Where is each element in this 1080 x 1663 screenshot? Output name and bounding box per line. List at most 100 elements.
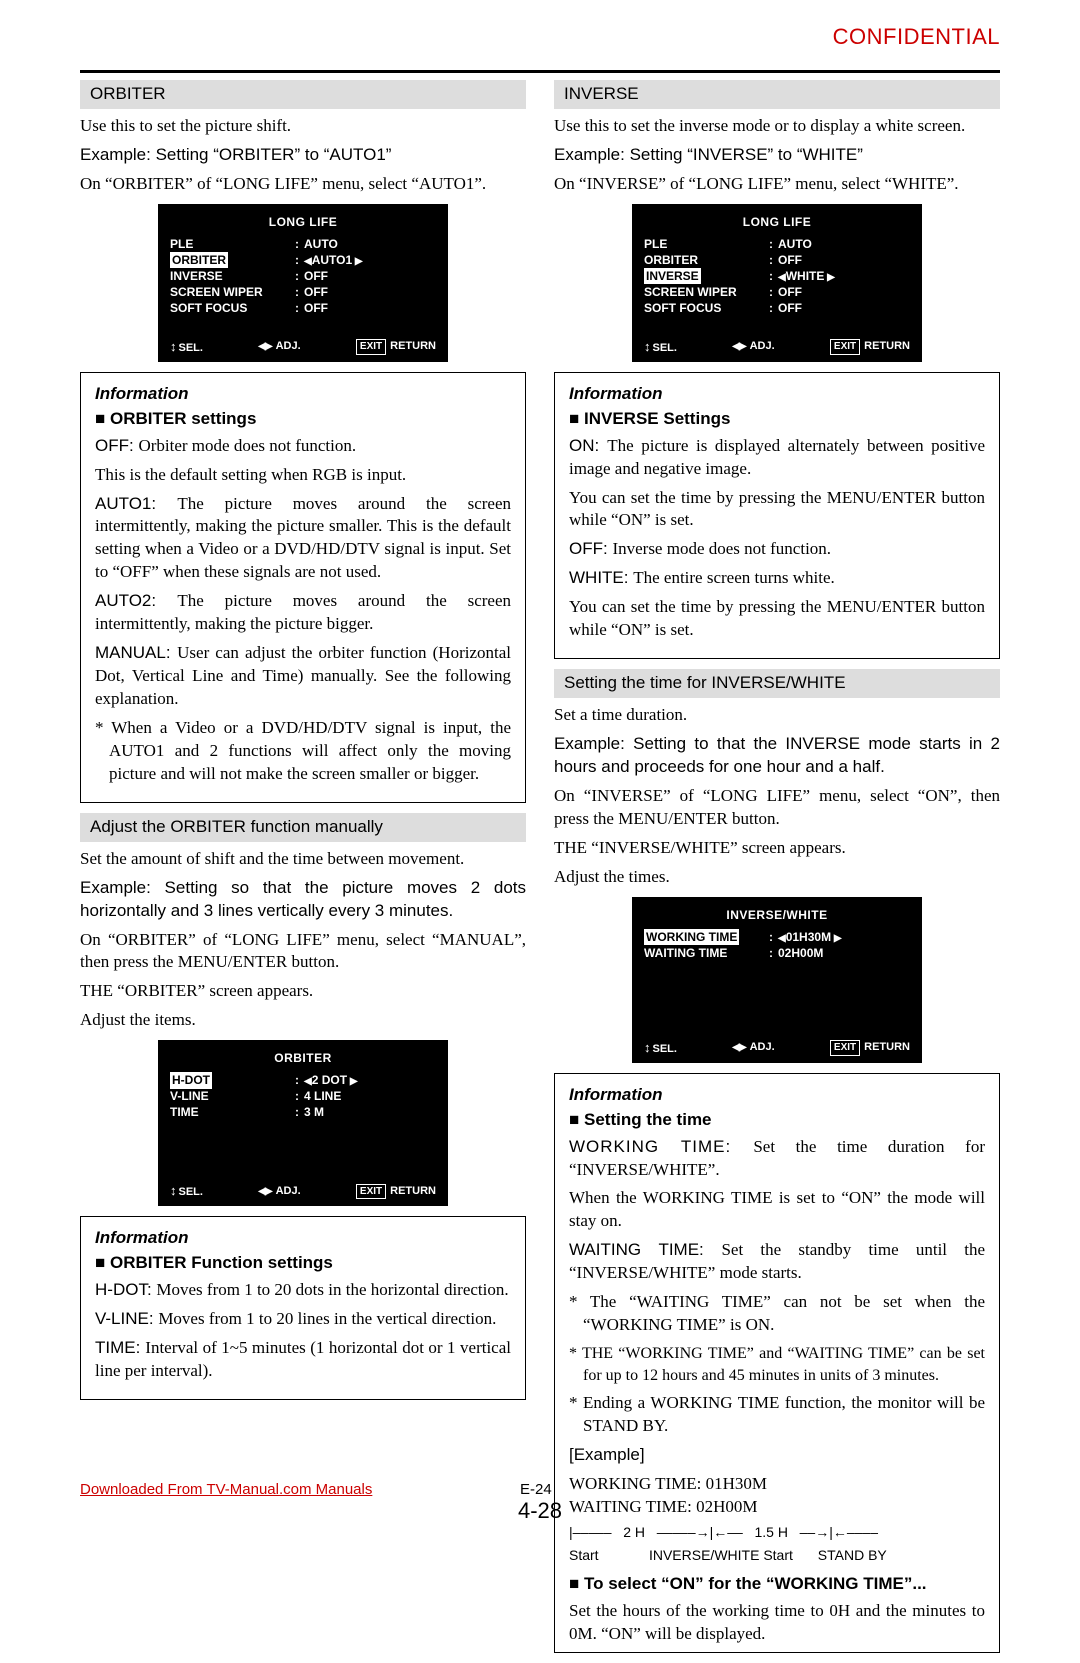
- leftright-icon: ADJ.: [732, 1040, 774, 1055]
- orbiter-intro: Use this to set the picture shift.: [80, 115, 526, 138]
- return-label: RETURN: [390, 1184, 436, 1199]
- info-manual: MANUAL: User can adjust the orbiter func…: [95, 642, 511, 711]
- manual-p1: Set the amount of shift and the time bet…: [80, 848, 526, 871]
- info-title: Information: [569, 383, 985, 406]
- leftright-icon: ADJ.: [258, 339, 300, 354]
- info-on-note: You can set the time by pressing the MEN…: [569, 487, 985, 533]
- left-column: ORBITER Use this to set the picture shif…: [80, 80, 526, 1663]
- osd-row-value: OFF: [778, 252, 910, 268]
- osd-row-value: 3 M: [304, 1104, 436, 1120]
- manual-p3: On “ORBITER” of “LONG LIFE” menu, select…: [80, 929, 526, 975]
- info-title: Information: [95, 1227, 511, 1250]
- info-white-note: You can set the time by pressing the MEN…: [569, 596, 985, 642]
- osd-row-label: WORKING TIME: [644, 929, 739, 945]
- osd-row-label: SOFT FOCUS: [170, 300, 290, 316]
- manual-p2: Example: Setting so that the picture mov…: [80, 877, 526, 923]
- info-note: * When a Video or a DVD/HD/DTV signal is…: [95, 717, 511, 786]
- exit-box: EXIT: [830, 339, 860, 355]
- osd-row-value: 2 DOT: [312, 1073, 347, 1087]
- return-label: RETURN: [390, 339, 436, 354]
- info-auto2: AUTO2: The picture moves around the scre…: [95, 590, 511, 636]
- timing-p3: On “INVERSE” of “LONG LIFE” menu, select…: [554, 785, 1000, 831]
- info-subtitle: ORBITER Function settings: [95, 1252, 511, 1275]
- osd-row-value: 4 LINE: [304, 1088, 436, 1104]
- osd-row-value: WHITE: [786, 269, 825, 283]
- osd-row-label: SCREEN WIPER: [170, 284, 290, 300]
- timing-p5: Adjust the times.: [554, 866, 1000, 889]
- osd-row-label: V-LINE: [170, 1088, 290, 1104]
- info-off: OFF: Orbiter mode does not function.: [95, 435, 511, 458]
- updown-icon: SEL.: [170, 1182, 203, 1200]
- orbiter-manual-head: Adjust the ORBITER function manually: [80, 813, 526, 842]
- osd-longlife-inverse: LONG LIFE PLE:AUTO ORBITER:OFF INVERSE:◀…: [632, 204, 922, 362]
- confidential-label: CONFIDENTIAL: [833, 24, 1000, 50]
- info-working: WORKING TIME: Set the time duration for …: [569, 1136, 985, 1182]
- orbiter-step: On “ORBITER” of “LONG LIFE” menu, select…: [80, 173, 526, 196]
- timing-p2: Example: Setting to that the INVERSE mod…: [554, 733, 1000, 779]
- info-rgb: This is the default setting when RGB is …: [95, 464, 511, 487]
- osd-row-value: OFF: [778, 300, 910, 316]
- to-on-text: Set the hours of the working time to 0H …: [569, 1600, 985, 1646]
- osd-row-value: OFF: [304, 284, 436, 300]
- leftright-icon: ADJ.: [258, 1184, 300, 1199]
- timing-info-box: Information Setting the time WORKING TIM…: [554, 1073, 1000, 1653]
- orbiter-example: Example: Setting “ORBITER” to “AUTO1”: [80, 144, 526, 167]
- manual-p4: THE “ORBITER” screen appears.: [80, 980, 526, 1003]
- info-vline: V-LINE: Moves from 1 to 20 lines in the …: [95, 1308, 511, 1331]
- osd-row-label: TIME: [170, 1104, 290, 1120]
- example-working: WORKING TIME: 01H30M: [569, 1473, 985, 1496]
- osd-row-value: OFF: [304, 268, 436, 284]
- return-label: RETURN: [864, 1040, 910, 1055]
- osd-row-label: INVERSE: [170, 268, 290, 284]
- inverse-info-box: Information INVERSE Settings ON: The pic…: [554, 372, 1000, 659]
- info-title: Information: [95, 383, 511, 406]
- timing-note1: * The “WAITING TIME” can not be set when…: [569, 1291, 985, 1337]
- osd-title: LONG LIFE: [644, 214, 910, 230]
- osd-row-label: ORBITER: [170, 252, 228, 268]
- osd-row-label: INVERSE: [644, 268, 701, 284]
- osd-row-label: WAITING TIME: [644, 945, 764, 961]
- osd-row-value: OFF: [304, 300, 436, 316]
- page-number-chapter: 4-28: [0, 1498, 1080, 1524]
- timeline-labels: Start INVERSE/WHITE Start STAND BY: [569, 1546, 985, 1565]
- osd-row-label: SCREEN WIPER: [644, 284, 764, 300]
- osd-longlife-orbiter: LONG LIFE PLE:AUTO ORBITER:◀AUTO1 ▶ INVE…: [158, 204, 448, 362]
- info-auto1: AUTO1: The picture moves around the scre…: [95, 493, 511, 585]
- osd-title: INVERSE/WHITE: [644, 907, 910, 923]
- osd-row-value: AUTO1: [312, 253, 352, 267]
- return-label: RETURN: [864, 339, 910, 354]
- updown-icon: SEL.: [644, 338, 677, 356]
- to-on-title: To select “ON” for the “WORKING TIME”...: [569, 1573, 985, 1596]
- leftright-icon: ADJ.: [732, 339, 774, 354]
- inverse-head: INVERSE: [554, 80, 1000, 109]
- info-off: OFF: Inverse mode does not function.: [569, 538, 985, 561]
- footer-link[interactable]: Downloaded From TV-Manual.com Manuals: [80, 1481, 372, 1498]
- osd-row-label: PLE: [644, 236, 764, 252]
- osd-row-label: H-DOT: [170, 1072, 212, 1088]
- timing-p4: THE “INVERSE/WHITE” screen appears.: [554, 837, 1000, 860]
- inverse-example: Example: Setting “INVERSE” to “WHITE”: [554, 144, 1000, 167]
- timing-p1: Set a time duration.: [554, 704, 1000, 727]
- osd-row-label: PLE: [170, 236, 290, 252]
- updown-icon: SEL.: [170, 338, 203, 356]
- osd-row-value: 01H30M: [786, 930, 831, 944]
- osd-row-value: 02H00M: [778, 945, 910, 961]
- osd-row-value: AUTO: [778, 236, 910, 252]
- inverse-step: On “INVERSE” of “LONG LIFE” menu, select…: [554, 173, 1000, 196]
- example-title: [Example]: [569, 1444, 985, 1467]
- osd-orbiter: ORBITER H-DOT:◀2 DOT ▶ V-LINE:4 LINE TIM…: [158, 1040, 448, 1206]
- info-working-on: When the WORKING TIME is set to “ON” the…: [569, 1187, 985, 1233]
- osd-row-value: OFF: [778, 284, 910, 300]
- info-hdot: H-DOT: Moves from 1 to 20 dots in the ho…: [95, 1279, 511, 1302]
- info-white: WHITE: The entire screen turns white.: [569, 567, 985, 590]
- orbiter-func-info-box: Information ORBITER Function settings H-…: [80, 1216, 526, 1400]
- updown-icon: SEL.: [644, 1039, 677, 1057]
- osd-row-label: SOFT FOCUS: [644, 300, 764, 316]
- info-time: TIME: Interval of 1~5 minutes (1 horizon…: [95, 1337, 511, 1383]
- manual-p5: Adjust the items.: [80, 1009, 526, 1032]
- exit-box: EXIT: [830, 1040, 860, 1056]
- top-rule: [80, 70, 1000, 73]
- info-subtitle: ORBITER settings: [95, 408, 511, 431]
- timing-note3: * Ending a WORKING TIME function, the mo…: [569, 1392, 985, 1438]
- osd-title: LONG LIFE: [170, 214, 436, 230]
